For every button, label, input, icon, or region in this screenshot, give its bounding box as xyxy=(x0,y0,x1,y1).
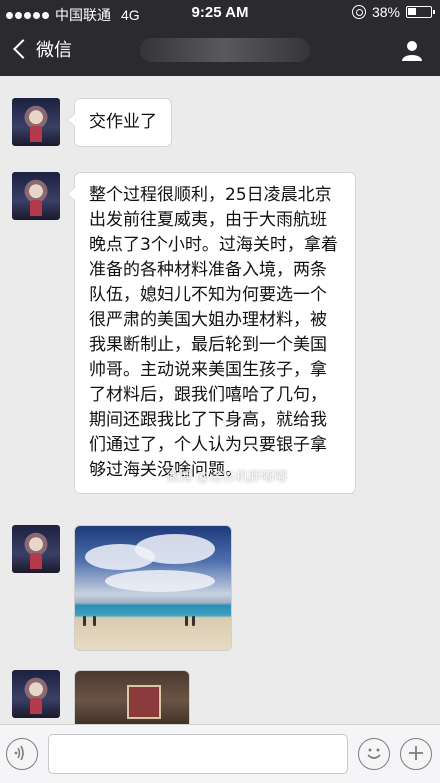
watermark: 微博 @洛杉机胖嘟嘟 xyxy=(166,470,288,485)
cloud-shape xyxy=(135,534,215,564)
message-row: 整个过程很顺利，25日凌晨北京出发前往夏威夷，由于大雨航班晚点了3个小时。过海关… xyxy=(12,172,356,494)
back-label: 微信 xyxy=(36,40,72,61)
rotation-lock-icon xyxy=(351,5,366,19)
nav-bar: 微信 xyxy=(0,26,440,76)
beachgoer-figure xyxy=(185,616,188,626)
framed-picture-shape xyxy=(127,685,161,719)
beach-photo-message[interactable] xyxy=(74,525,232,651)
back-button[interactable]: 微信 xyxy=(10,36,72,62)
battery-percent: 38% xyxy=(371,4,400,20)
voice-input-button[interactable] xyxy=(6,738,38,770)
voice-icon xyxy=(14,745,24,761)
avatar[interactable] xyxy=(12,172,60,220)
message-bubble[interactable]: 交作业了 xyxy=(67,98,172,147)
battery-fill xyxy=(408,8,416,15)
avatar[interactable] xyxy=(12,98,60,146)
status-right: 38% xyxy=(351,4,435,20)
message-row xyxy=(12,525,232,651)
plus-icon xyxy=(409,746,423,760)
status-bar: 中国联通 4G 9:25 AM 38% xyxy=(0,0,440,26)
message-input[interactable] xyxy=(48,734,348,774)
avatar[interactable] xyxy=(12,670,60,718)
battery-icon xyxy=(406,6,435,18)
chevron-left-icon xyxy=(13,39,33,59)
cloud-shape xyxy=(105,570,215,592)
emoji-icon xyxy=(367,748,381,759)
message-bubble[interactable]: 整个过程很顺利，25日凌晨北京出发前往夏威夷，由于大雨航班晚点了3个小时。过海关… xyxy=(67,172,356,494)
message-row: 交作业了 xyxy=(12,98,172,147)
chat-title-redacted xyxy=(140,38,310,62)
beachgoer-figure xyxy=(93,616,96,626)
room-photo-message[interactable] xyxy=(74,670,190,724)
avatar[interactable] xyxy=(12,525,60,573)
beachgoer-figure xyxy=(83,616,86,626)
message-row xyxy=(12,670,190,724)
chat-area[interactable]: 交作业了 整个过程很顺利，25日凌晨北京出发前往夏威夷，由于大雨航班晚点了3个小… xyxy=(0,76,440,724)
contact-info-icon[interactable] xyxy=(400,38,424,62)
more-button[interactable] xyxy=(400,738,432,770)
emoji-button[interactable] xyxy=(358,738,390,770)
beachgoer-figure xyxy=(192,616,195,626)
input-bar xyxy=(0,724,440,783)
